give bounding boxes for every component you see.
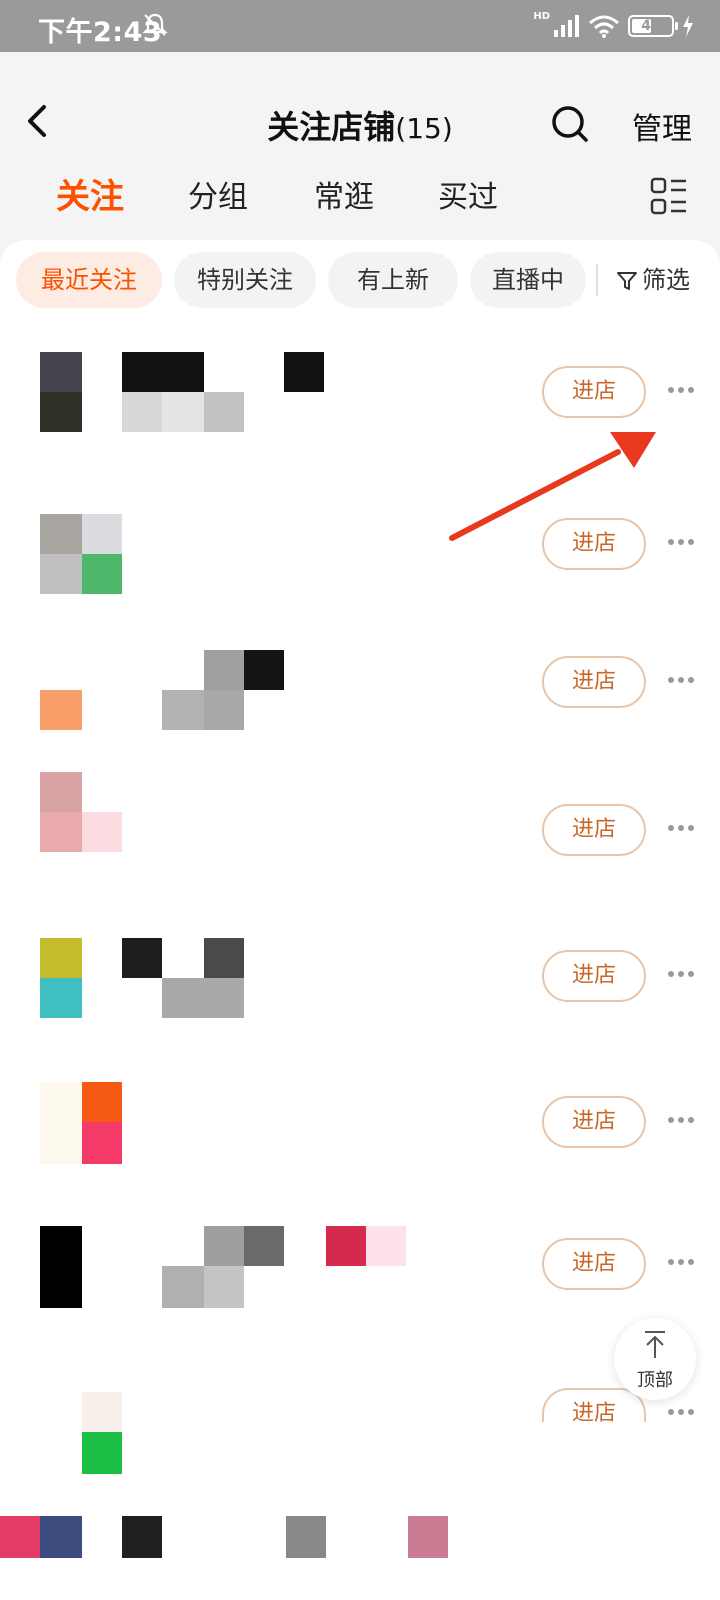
more-options-icon[interactable]: [668, 971, 698, 981]
enter-store-button[interactable]: 进店: [542, 366, 646, 418]
wifi-icon: [589, 15, 619, 38]
store-row[interactable]: 进店: [0, 1200, 720, 1340]
tab-bar: 关注 分组 常逛 买过: [0, 172, 720, 232]
tab-follow[interactable]: 关注: [56, 169, 124, 218]
layout-toggle-icon[interactable]: [650, 176, 688, 216]
chip-new-arrivals[interactable]: 有上新: [328, 252, 458, 308]
back-to-top-label: 顶部: [637, 1370, 673, 1391]
store-row[interactable]: 进店: [0, 1080, 720, 1220]
filter-button[interactable]: 筛选: [616, 252, 690, 308]
more-options-icon[interactable]: [668, 539, 698, 549]
chip-special-follow[interactable]: 特别关注: [174, 252, 316, 308]
store-row[interactable]: 进店: [0, 330, 720, 470]
more-options-icon[interactable]: [668, 825, 698, 835]
more-options-icon[interactable]: [668, 1259, 698, 1269]
page-title: 关注店铺(15): [0, 102, 720, 148]
more-options-icon[interactable]: [668, 387, 698, 397]
enter-store-button[interactable]: 进店: [542, 1096, 646, 1148]
signal-icon: [554, 15, 579, 37]
store-row[interactable]: 进店: [0, 768, 720, 908]
store-row[interactable]: 进店: [0, 1356, 720, 1516]
store-row[interactable]: 进店: [0, 492, 720, 632]
search-icon[interactable]: [550, 104, 590, 144]
battery-indicator: 45: [628, 15, 678, 37]
tab-purchased[interactable]: 买过: [438, 172, 498, 216]
hd-badge: HD: [533, 11, 550, 22]
tab-frequent[interactable]: 常逛: [314, 172, 374, 216]
store-row-partial: [0, 1500, 720, 1600]
enter-store-button[interactable]: 进店: [542, 804, 646, 856]
chip-recent-follow[interactable]: 最近关注: [16, 252, 162, 308]
tab-group[interactable]: 分组: [188, 172, 248, 216]
follow-count: (15): [395, 112, 453, 145]
enter-store-button[interactable]: 进店: [542, 656, 646, 708]
chip-divider: [596, 264, 598, 296]
more-options-icon[interactable]: [668, 1409, 698, 1419]
enter-store-button[interactable]: 进店: [542, 518, 646, 570]
more-options-icon[interactable]: [668, 677, 698, 687]
arrow-up-icon: [645, 1331, 665, 1358]
enter-store-button[interactable]: 进店: [542, 950, 646, 1002]
manage-button[interactable]: 管理: [632, 104, 692, 148]
store-row[interactable]: 进店: [0, 914, 720, 1054]
bell-muted-icon: [142, 13, 168, 36]
enter-store-button[interactable]: 进店: [542, 1238, 646, 1290]
status-bar: 下午2:43 HD 45: [0, 0, 720, 52]
store-row[interactable]: 进店: [0, 630, 720, 770]
page-title-text: 关注店铺: [267, 108, 396, 146]
back-to-top-button[interactable]: 顶部: [614, 1318, 696, 1400]
battery-level: 45: [641, 18, 661, 34]
more-options-icon[interactable]: [668, 1117, 698, 1127]
enter-store-button[interactable]: 进店: [542, 1388, 646, 1422]
chip-live[interactable]: 直播中: [470, 252, 586, 308]
filter-chips: 最近关注 特别关注 有上新 直播中 筛选: [16, 252, 720, 308]
filter-icon: [617, 272, 637, 290]
charging-icon: [683, 15, 693, 37]
filter-label: 筛选: [642, 266, 690, 294]
